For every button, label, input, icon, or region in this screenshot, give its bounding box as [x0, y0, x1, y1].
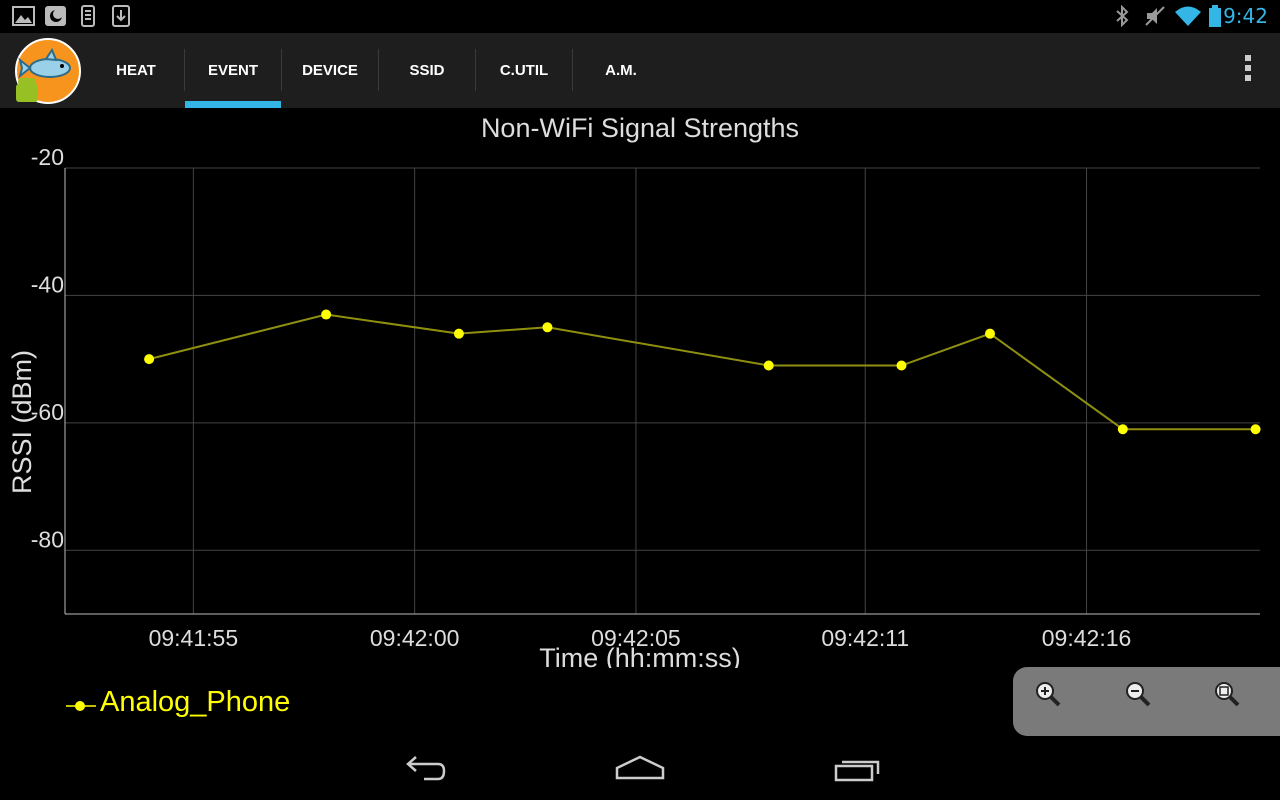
- status-bar: 9:42: [0, 0, 1280, 33]
- chart-series: [144, 309, 1261, 435]
- tab-heat[interactable]: HEAT: [88, 33, 184, 108]
- x-axis-title: Time (hh:mm:ss): [539, 643, 741, 668]
- app-notification-icon: [45, 6, 66, 26]
- tab-c-util[interactable]: C.UTIL: [476, 33, 572, 108]
- bluetooth-icon: [1116, 5, 1129, 27]
- y-tick-label: -80: [31, 526, 64, 552]
- tab-ssid[interactable]: SSID: [379, 33, 475, 108]
- zoom-controls: [1013, 667, 1280, 736]
- gallery-icon: [12, 6, 35, 26]
- signal-strength-chart[interactable]: -20-40-60-80 09:41:55 09:42:00 09:42:05 09:…: [0, 108, 1280, 668]
- x-tick-label: 09:42:11: [821, 625, 909, 651]
- tab-a-m[interactable]: A.M.: [573, 33, 669, 108]
- y-tick-label: -20: [31, 144, 64, 170]
- recent-apps-icon[interactable]: [833, 752, 883, 786]
- action-bar: HEAT EVENT DEVICE SSID C.UTIL A.M.: [0, 33, 1280, 108]
- chart-legend: Analog_Phone: [66, 686, 290, 718]
- x-tick-label: 09:42:16: [1042, 625, 1132, 651]
- y-tick-label: -40: [31, 271, 64, 297]
- data-point: [985, 328, 996, 339]
- x-tick-label: 09:42:00: [370, 625, 460, 651]
- legend-label-analog-phone: Analog_Phone: [100, 686, 290, 718]
- data-point: [542, 322, 553, 333]
- app-logo-icon[interactable]: [14, 38, 82, 104]
- wifi-icon: [1175, 6, 1201, 26]
- tab-event[interactable]: EVENT: [185, 33, 281, 108]
- phone-device-icon: [81, 5, 95, 27]
- chart-grid: [65, 167, 1260, 614]
- overflow-menu-icon[interactable]: [1242, 55, 1254, 87]
- data-point: [453, 328, 464, 339]
- zoom-in-icon[interactable]: [1033, 679, 1063, 709]
- data-point: [896, 360, 907, 371]
- selected-tab-indicator: [185, 101, 281, 108]
- muted-icon: [1145, 6, 1165, 26]
- chart-title: Non-WiFi Signal Strengths: [481, 113, 799, 143]
- download-icon: [112, 5, 130, 27]
- data-point: [763, 360, 774, 371]
- zoom-fit-icon[interactable]: [1212, 679, 1242, 709]
- series-line-analog-phone: [148, 313, 1256, 431]
- battery-icon: [1209, 5, 1221, 27]
- data-point: [1117, 424, 1128, 435]
- data-point: [321, 309, 332, 320]
- zoom-out-icon[interactable]: [1123, 679, 1153, 709]
- status-time: 9:42: [1223, 4, 1268, 28]
- tab-device[interactable]: DEVICE: [282, 33, 378, 108]
- back-icon[interactable]: [400, 752, 448, 786]
- data-point: [144, 354, 155, 365]
- data-point: [1250, 424, 1261, 435]
- x-tick-label: 09:41:55: [149, 625, 239, 651]
- y-axis-title: RSSI (dBm): [7, 350, 37, 494]
- home-icon[interactable]: [614, 752, 666, 786]
- legend-marker: [75, 701, 85, 711]
